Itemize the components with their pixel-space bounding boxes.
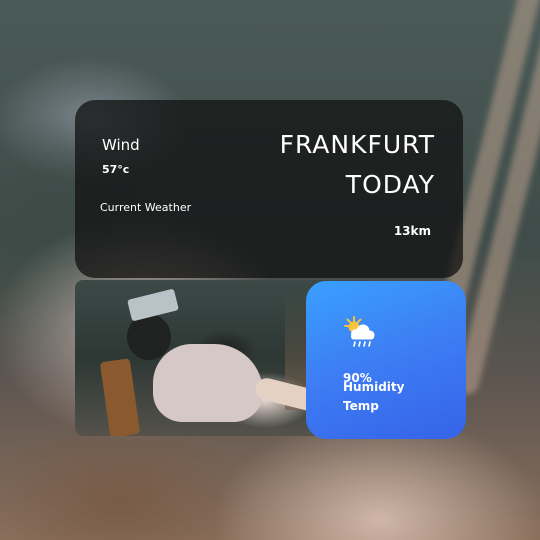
distance-value: 13km — [393, 224, 431, 238]
temp-label: Temp — [343, 399, 379, 413]
current-weather-label: Current Weather — [100, 201, 192, 214]
weather-card: Wind 57°c Current Weather FRANKFURT TODA… — [75, 100, 463, 278]
wind-value: 57°c — [102, 163, 130, 176]
photo-person — [153, 344, 263, 422]
sun-cloud-rain-icon — [344, 316, 375, 347]
city-name: FRANKFURT — [279, 130, 435, 159]
weather-stats-card: 90% Humidity Temp — [306, 281, 466, 439]
wind-label: Wind — [102, 136, 140, 154]
day-label: TODAY — [345, 170, 435, 199]
humidity-label: Humidity — [343, 380, 405, 394]
photo-chair — [99, 358, 141, 436]
